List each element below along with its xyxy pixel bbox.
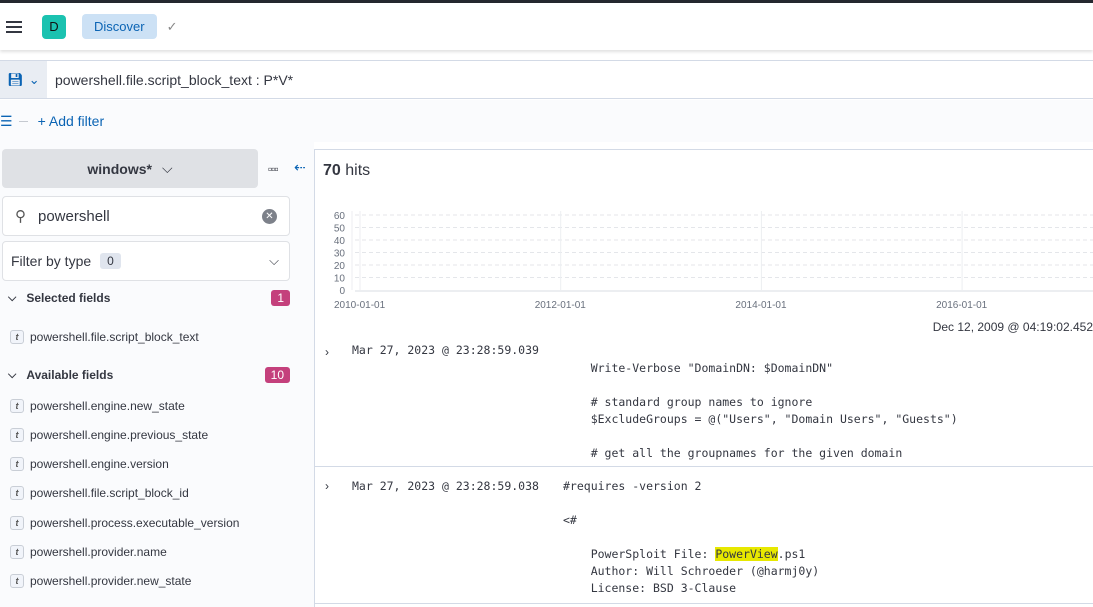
expand-icon[interactable]: › <box>325 479 329 493</box>
field-item[interactable]: t powershell.process.executable_version <box>10 516 239 530</box>
hits-count: 70 hits <box>323 162 370 180</box>
source-line: .ps1 <box>777 547 806 561</box>
y-tick-label: 50 <box>334 224 346 235</box>
field-item[interactable]: t powershell.file.script_block_id <box>10 486 189 500</box>
check-icon: ✓ <box>166 18 178 34</box>
x-tick-label: 2014-01-01 <box>735 300 787 310</box>
source-line: # get all the groupnames for the given d… <box>563 446 903 460</box>
field-name: powershell.file.script_block_id <box>30 486 189 500</box>
menu-icon[interactable] <box>6 20 22 33</box>
source-line: # standard group names to ignore <box>563 395 813 409</box>
filter-count-badge: 0 <box>100 253 121 269</box>
string-type-icon: t <box>10 330 24 344</box>
filter-by-type-label: Filter by type <box>11 253 92 269</box>
collapse-sidebar-icon[interactable]: ⇠ <box>294 159 306 176</box>
search-icon: ⚲ <box>15 208 26 225</box>
clear-icon[interactable]: ✕ <box>262 208 277 224</box>
string-type-icon: t <box>10 428 24 442</box>
source-line: Write-Verbose "DomainDN: $DomainDN" <box>563 361 834 375</box>
x-tick-label: 2012-01-01 <box>535 300 587 310</box>
chevron-down-icon: ⌵ <box>8 291 17 304</box>
hits-number: 70 <box>323 162 341 179</box>
field-item[interactable]: t powershell.engine.previous_state <box>10 428 208 442</box>
document-row: › Mar 27, 2023 @ 23:28:59.039 Write-Verb… <box>315 343 1093 467</box>
x-tick-label: 2010-01-01 <box>334 300 386 310</box>
field-item[interactable]: t powershell.provider.name <box>10 545 167 559</box>
count-badge: 10 <box>264 367 290 383</box>
field-name: powershell.provider.new_state <box>30 574 192 588</box>
source-line: <# <box>563 513 577 527</box>
field-name: powershell.provider.name <box>30 545 167 559</box>
document-timestamp: Mar 27, 2023 @ 23:28:59.038 <box>352 479 539 493</box>
field-name: powershell.engine.previous_state <box>30 428 209 442</box>
query-bar: 💾︎ ⌄ powershell.file.script_block_text : … <box>0 60 1093 99</box>
field-item[interactable]: t powershell.file.script_block_text <box>10 330 199 344</box>
add-filter-button[interactable]: + Add filter <box>38 113 105 129</box>
source-line: PowerSploit File: <box>563 547 716 561</box>
index-pattern-selector[interactable]: windows* ⌵ <box>2 149 258 188</box>
chevron-down-icon: ⌵ <box>161 160 173 176</box>
y-tick-label: 40 <box>334 236 346 247</box>
search-highlight: PowerView <box>715 547 778 561</box>
document-source: #requires -version 2 <# PowerSploit File… <box>563 478 819 597</box>
y-tick-label: 10 <box>334 274 346 285</box>
results-panel: 70 hits 0 10 20 30 40 50 60 2010-01-01 2012-01-0… <box>314 149 1093 607</box>
source-line: Author: Will Schroeder (@harmj0y) <box>563 564 820 578</box>
filter-row: ☰ + Add filter <box>0 100 1093 142</box>
sidebar: windows* ⌵ ▫▫▫ ⇠ ⚲ powershell ✕ Filter by… <box>0 142 314 607</box>
field-name: powershell.engine.version <box>30 457 169 471</box>
header: D Discover ✓ <box>0 3 1093 50</box>
chevron-down-icon: ⌄ <box>28 71 40 87</box>
x-tick-label: 2016-01-01 <box>936 300 988 310</box>
string-type-icon: t <box>10 399 24 413</box>
field-name: powershell.file.script_block_text <box>30 330 199 344</box>
string-type-icon: t <box>10 574 24 588</box>
chevron-down-icon: ⌵ <box>8 368 17 381</box>
string-type-icon: t <box>10 545 24 559</box>
space-avatar[interactable]: D <box>42 14 66 39</box>
field-item[interactable]: t powershell.engine.new_state <box>10 399 185 413</box>
document-row: › Mar 27, 2023 @ 23:28:59.038 #requires … <box>315 468 1093 604</box>
field-search-input[interactable]: ⚲ powershell ✕ <box>2 196 290 236</box>
y-tick-label: 0 <box>339 286 345 297</box>
source-line: $ExcludeGroups = @("Users", "Domain User… <box>563 412 958 426</box>
section-title: Available fields <box>26 368 114 382</box>
filter-by-type-button[interactable]: Filter by type 0 ⌵ <box>2 241 290 281</box>
breadcrumb-discover[interactable]: Discover <box>82 14 157 39</box>
y-tick-label: 20 <box>334 261 346 272</box>
expand-icon[interactable]: › <box>325 345 329 359</box>
source-line: #requires -version 2 <box>563 479 702 493</box>
search-value: powershell <box>38 207 110 225</box>
chevron-down-icon: ⌵ <box>269 253 279 268</box>
available-fields-header[interactable]: ⌵ Available fields 10 <box>8 367 290 383</box>
section-title: Selected fields <box>26 291 111 305</box>
string-type-icon: t <box>10 486 24 500</box>
time-range-start: Dec 12, 2009 @ 04:19:02.452 <box>932 320 1093 334</box>
query-input[interactable]: powershell.file.script_block_text : P*V* <box>55 72 293 88</box>
y-tick-label: 60 <box>334 211 346 222</box>
histogram-chart[interactable]: 010 2030 4050 60 2010-01-01 2012-01-01 2014-01… <box>315 205 1093 310</box>
string-type-icon: t <box>10 516 24 530</box>
saved-query-button[interactable]: 💾︎ ⌄ <box>0 61 47 98</box>
field-item[interactable]: t powershell.provider.new_state <box>10 574 191 588</box>
y-tick-label: 30 <box>334 249 346 260</box>
divider <box>18 120 28 122</box>
save-icon: 💾︎ <box>7 71 24 87</box>
hits-label: hits <box>345 162 371 179</box>
document-timestamp: Mar 27, 2023 @ 23:28:59.039 <box>352 343 539 357</box>
document-source: Write-Verbose "DomainDN: $DomainDN" # st… <box>563 343 958 462</box>
filter-icon[interactable]: ☰ <box>0 113 13 130</box>
options-icon[interactable]: ▫▫▫ <box>268 162 279 176</box>
field-name: powershell.engine.new_state <box>30 399 185 413</box>
source-line: License: BSD 3-Clause <box>563 581 737 595</box>
field-name: powershell.process.executable_version <box>30 516 240 530</box>
index-pattern-label: windows* <box>87 160 152 177</box>
selected-fields-header[interactable]: ⌵ Selected fields 1 <box>8 290 290 306</box>
string-type-icon: t <box>10 457 24 471</box>
field-item[interactable]: t powershell.engine.version <box>10 457 169 471</box>
count-badge: 1 <box>271 290 290 306</box>
